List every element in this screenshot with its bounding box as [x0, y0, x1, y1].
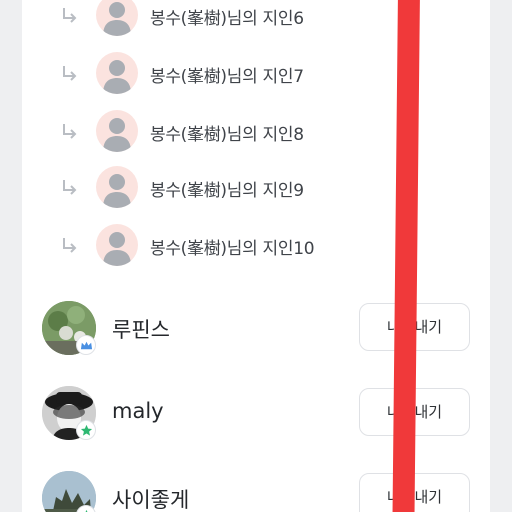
list-item: 봉수(峯樹)님의 지인9: [22, 166, 490, 224]
member-name: 사이좋게: [112, 488, 190, 512]
list-item: 봉수(峯樹)님의 지인10: [22, 224, 490, 282]
reply-arrow-icon: [63, 8, 77, 23]
avatar-placeholder: [96, 0, 138, 36]
member-name: 루핀스: [112, 318, 170, 342]
member-name: maly: [112, 399, 164, 423]
avatar-placeholder: [96, 224, 138, 266]
list-item: 봉수(峯樹)님의 지인7: [22, 52, 490, 110]
sub-item-name: 봉수(峯樹)님의 지인7: [150, 67, 304, 87]
star-icon: [80, 424, 92, 436]
star-icon: [84, 509, 88, 512]
person-icon: [103, 2, 131, 36]
person-icon: [103, 232, 131, 266]
member-row: 사이좋게 내보내기: [22, 471, 490, 512]
reply-arrow-icon: [63, 66, 77, 81]
member-row: 루핀스 내보내기: [22, 301, 490, 361]
sub-item-name: 봉수(峯樹)님의 지인8: [150, 125, 304, 145]
person-icon: [103, 60, 131, 94]
crown-icon: [80, 341, 92, 349]
sub-item-name: 봉수(峯樹)님의 지인10: [150, 239, 315, 259]
avatar-placeholder: [96, 166, 138, 208]
reply-arrow-icon: [63, 124, 77, 139]
member-list-panel: 봉수(峯樹)님의 지인6 봉수(峯樹)님의 지인7 봉수(峯樹)님의 지인8 봉…: [22, 0, 490, 512]
person-icon: [103, 118, 131, 152]
avatar-placeholder: [96, 110, 138, 152]
crown-badge: [76, 335, 96, 355]
reply-arrow-icon: [63, 238, 77, 253]
avatar-placeholder: [96, 52, 138, 94]
star-badge: [76, 420, 96, 440]
sub-item-name: 봉수(峯樹)님의 지인9: [150, 181, 304, 201]
sub-item-name: 봉수(峯樹)님의 지인6: [150, 9, 304, 29]
reply-arrow-icon: [63, 180, 77, 195]
person-icon: [103, 174, 131, 208]
member-row: maly 내보내기: [22, 386, 490, 446]
list-item: 봉수(峯樹)님의 지인8: [22, 110, 490, 168]
